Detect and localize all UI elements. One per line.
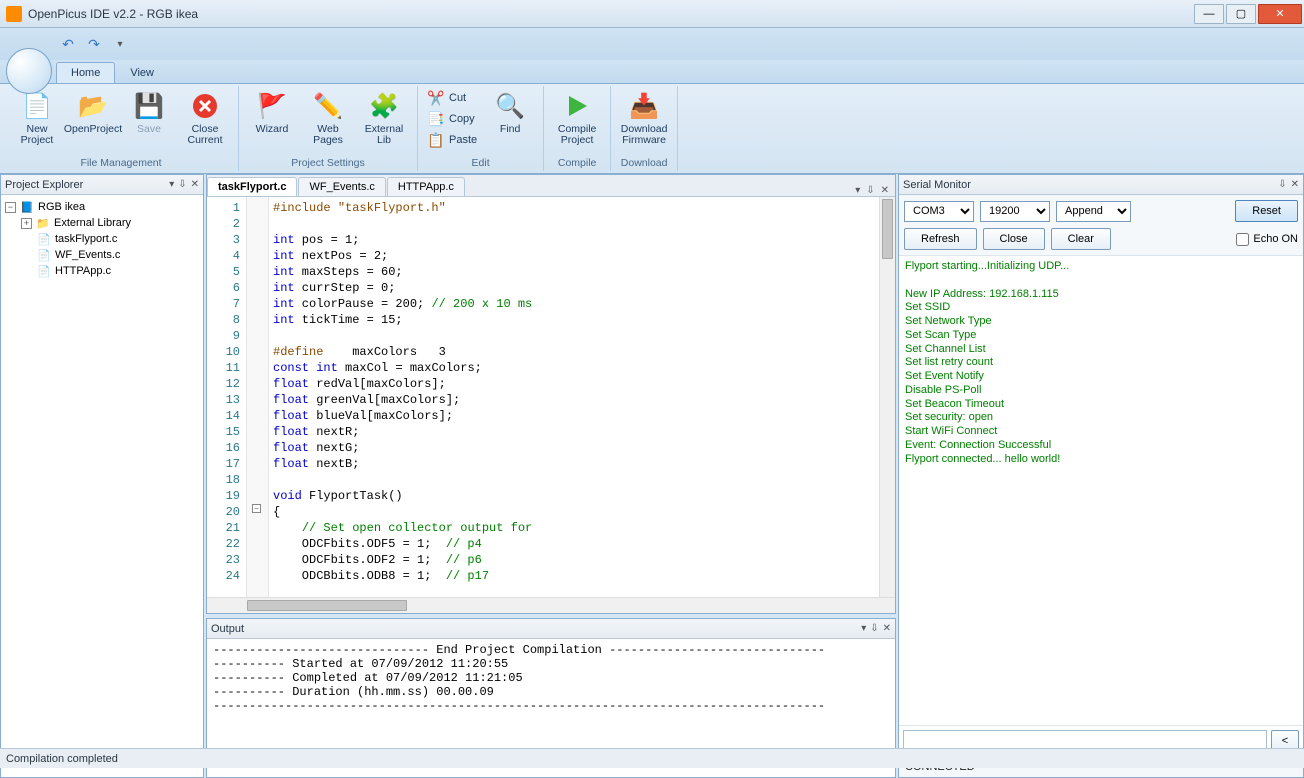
qat-dropdown-icon[interactable]: ▾: [112, 36, 128, 52]
project-explorer-panel: Project Explorer ▾ ⇩ ✕ − 📘 RGB ikea + 📁 …: [0, 174, 204, 778]
group-compile: Compile: [550, 156, 604, 169]
group-project-settings: Project Settings: [245, 156, 411, 169]
new-project-button[interactable]: 📄 New Project: [10, 88, 64, 148]
folder-icon: 📁: [36, 216, 50, 230]
close-button[interactable]: ✕: [1258, 4, 1302, 24]
fold-icon[interactable]: −: [252, 504, 261, 513]
tree-root[interactable]: − 📘 RGB ikea: [3, 199, 201, 215]
line-gutter: 123456789101112131415161718192021222324: [207, 197, 247, 597]
tab-view[interactable]: View: [115, 62, 169, 83]
app-icon: [6, 6, 22, 22]
c-file-icon: 📄: [37, 248, 51, 262]
ribbon-tabs: Home View: [0, 60, 1304, 84]
flag-icon: 🚩: [256, 90, 288, 122]
redo-icon[interactable]: ↷: [86, 36, 102, 52]
titlebar: OpenPicus IDE v2.2 - RGB ikea — ▢ ✕: [0, 0, 1304, 28]
wizard-button[interactable]: 🚩 Wizard: [245, 88, 299, 148]
baud-select[interactable]: 19200: [980, 201, 1050, 222]
panel-close-icon[interactable]: ✕: [191, 179, 199, 190]
c-file-icon: 📄: [37, 232, 51, 246]
copy-icon: 📑: [428, 111, 444, 127]
tabs-pin-icon[interactable]: ⇩: [866, 185, 874, 196]
maximize-button[interactable]: ▢: [1226, 4, 1256, 24]
download-icon: 📥: [628, 90, 660, 122]
web-pages-button[interactable]: ✏️ Web Pages: [301, 88, 355, 148]
copy-button[interactable]: 📑Copy: [424, 109, 481, 129]
group-download: Download: [617, 156, 671, 169]
open-project-button[interactable]: 📂 OpenProject: [66, 88, 120, 148]
panel-close-icon[interactable]: ✕: [1291, 179, 1299, 190]
document-icon: 📄: [21, 90, 53, 122]
output-title: Output: [211, 623, 244, 635]
external-lib-button[interactable]: 🧩 External Lib: [357, 88, 411, 148]
statusbar: Compilation completed: [0, 748, 1304, 768]
group-edit: Edit: [424, 156, 537, 169]
puzzle-icon: 🧩: [368, 90, 400, 122]
binoculars-icon: 🔍: [494, 90, 526, 122]
tabs-close-icon[interactable]: ✕: [881, 185, 889, 196]
project-icon: 📘: [20, 200, 34, 214]
window-title: OpenPicus IDE v2.2 - RGB ikea: [28, 7, 198, 21]
tree-file[interactable]: 📄 HTTPApp.c: [3, 263, 201, 279]
echo-checkbox-input[interactable]: [1236, 233, 1249, 246]
ribbon: 📄 New Project 📂 OpenProject 💾 Save Close…: [0, 84, 1304, 174]
tree-file[interactable]: 📄 WF_Events.c: [3, 247, 201, 263]
vertical-scrollbar[interactable]: [879, 197, 895, 597]
paste-button[interactable]: 📋Paste: [424, 130, 481, 150]
tree-toggle-icon[interactable]: −: [5, 202, 16, 213]
mode-select[interactable]: Append: [1056, 201, 1131, 222]
serial-monitor-panel: Serial Monitor ⇩ ✕ COM3 19200 Append Res…: [898, 174, 1304, 778]
panel-dropdown-icon[interactable]: ▾: [169, 179, 174, 190]
refresh-button[interactable]: Refresh: [904, 228, 977, 250]
tab-home[interactable]: Home: [56, 62, 115, 83]
file-tab-wfevents[interactable]: WF_Events.c: [298, 177, 385, 196]
tree-toggle-icon[interactable]: +: [21, 218, 32, 229]
find-button[interactable]: 🔍 Find: [483, 88, 537, 150]
file-tab-httpapp[interactable]: HTTPApp.c: [387, 177, 465, 196]
pin-icon[interactable]: ⇩: [178, 179, 186, 190]
port-select[interactable]: COM3: [904, 201, 974, 222]
code-text[interactable]: #include "taskFlyport.h"int pos = 1;int …: [269, 197, 879, 597]
app-orb-button[interactable]: [6, 48, 52, 94]
pin-icon[interactable]: ⇩: [1278, 179, 1286, 190]
c-file-icon: 📄: [37, 264, 51, 278]
code-editor-panel: taskFlyport.c WF_Events.c HTTPApp.c ▾ ⇩ …: [206, 174, 896, 614]
pencil-icon: ✏️: [312, 90, 344, 122]
project-tree[interactable]: − 📘 RGB ikea + 📁 External Library 📄 task…: [1, 195, 203, 777]
close-red-icon: [189, 90, 221, 122]
group-file-management: File Management: [10, 156, 232, 169]
serial-monitor-title: Serial Monitor: [903, 179, 971, 191]
pin-icon[interactable]: ⇩: [870, 623, 878, 634]
fold-margin[interactable]: −: [247, 197, 269, 597]
minimize-button[interactable]: —: [1194, 4, 1224, 24]
close-current-button[interactable]: Close Current: [178, 88, 232, 148]
undo-icon[interactable]: ↶: [60, 36, 76, 52]
panel-dropdown-icon[interactable]: ▾: [861, 623, 866, 634]
compile-project-button[interactable]: Compile Project: [550, 88, 604, 148]
horizontal-scrollbar[interactable]: [207, 597, 895, 613]
download-firmware-button[interactable]: 📥 Download Firmware: [617, 88, 671, 148]
quick-access-row: ↶ ↷ ▾: [0, 28, 1304, 60]
tree-file[interactable]: 📄 taskFlyport.c: [3, 231, 201, 247]
save-button[interactable]: 💾 Save: [122, 88, 176, 148]
file-tab-taskflyport[interactable]: taskFlyport.c: [207, 177, 297, 196]
tabs-dropdown-icon[interactable]: ▾: [855, 185, 860, 196]
clipboard-icon: 📋: [428, 132, 444, 148]
save-icon: 💾: [133, 90, 165, 122]
panel-close-icon[interactable]: ✕: [883, 623, 891, 634]
close-serial-button[interactable]: Close: [983, 228, 1045, 250]
tree-external-library[interactable]: + 📁 External Library: [3, 215, 201, 231]
file-tabs: taskFlyport.c WF_Events.c HTTPApp.c ▾ ⇩ …: [207, 175, 895, 197]
status-text: Compilation completed: [6, 753, 118, 765]
code-area[interactable]: 123456789101112131415161718192021222324 …: [207, 197, 895, 597]
project-explorer-title: Project Explorer: [5, 179, 83, 191]
reset-button[interactable]: Reset: [1235, 200, 1298, 222]
folder-open-icon: 📂: [77, 90, 109, 122]
scissors-icon: ✂️: [428, 90, 444, 106]
play-icon: [561, 90, 593, 122]
echo-checkbox[interactable]: Echo ON: [1236, 233, 1298, 246]
cut-button[interactable]: ✂️Cut: [424, 88, 481, 108]
serial-log[interactable]: Flyport starting...Initializing UDP... N…: [899, 256, 1303, 725]
clear-button[interactable]: Clear: [1051, 228, 1111, 250]
